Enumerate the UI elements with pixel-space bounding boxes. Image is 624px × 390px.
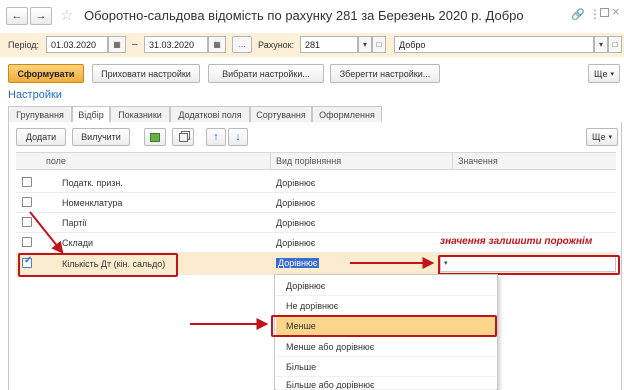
column-divider-1 [270, 152, 271, 170]
row-comparison[interactable]: Дорівнює [276, 238, 315, 248]
hide-settings-button[interactable]: Приховати настройки [92, 64, 200, 83]
row-checkbox[interactable] [22, 197, 32, 207]
chevron-down-icon: ▾ [598, 40, 603, 49]
row-checkbox[interactable] [22, 237, 32, 247]
settings-title: Настройки [8, 89, 62, 101]
chevron-down-icon: ▾ [362, 40, 367, 49]
row-comparison[interactable]: Дорівнює [276, 218, 315, 228]
open-icon: □ [612, 40, 618, 49]
row-field: Податк. призн. [62, 178, 123, 188]
annotation-box-value [438, 255, 620, 275]
calendar-from-button[interactable]: ▦ [108, 36, 126, 53]
tab-grouping[interactable]: Групування [8, 106, 72, 122]
back-button[interactable]: ← [6, 7, 28, 25]
chevron-down-icon: ▾ [610, 70, 614, 78]
period-dots-button[interactable]: ... [232, 36, 252, 53]
close-icon[interactable]: × [612, 4, 620, 19]
copy-button[interactable] [172, 128, 194, 146]
calendar-to-button[interactable]: ▦ [208, 36, 226, 53]
annotation-box-option [271, 315, 497, 337]
move-down-button[interactable]: ↓ [228, 128, 248, 146]
date-from-input[interactable]: 01.03.2020 [46, 36, 108, 53]
tab-filter[interactable]: Відбір [72, 106, 110, 123]
move-up-button[interactable]: ↑ [206, 128, 226, 146]
annotation-text: значення залишити порожнім [440, 236, 593, 247]
title-bar: ← → ☆ Оборотно-сальдова відомість по рах… [0, 0, 624, 32]
row-field: Партії [62, 218, 87, 228]
dropdown-option[interactable]: Дорівнює [276, 276, 496, 296]
tab-formatting[interactable]: Оформлення [312, 106, 382, 122]
arrow-left-icon: ← [11, 10, 23, 22]
row-field: Склади [62, 238, 94, 248]
table-row[interactable] [16, 213, 616, 233]
dropdown-option[interactable]: Не дорівнює [276, 296, 496, 316]
group-icon [150, 132, 160, 142]
column-header-value[interactable]: Значення [458, 156, 498, 166]
arrow-up-icon: ↑ [213, 131, 219, 143]
favorite-star-icon[interactable]: ☆ [60, 6, 73, 24]
account-dropdown-button[interactable]: ▾ [358, 36, 372, 53]
row-comparison[interactable]: Дорівнює [276, 198, 315, 208]
link-icon[interactable]: 🔗 [571, 8, 585, 21]
date-dash: – [132, 39, 138, 50]
annotation-box-selected-row [18, 253, 178, 277]
page-title: Оборотно-сальдова відомість по рахунку 2… [84, 8, 524, 23]
account-input[interactable]: 281 [300, 36, 358, 53]
arrow-down-icon: ↓ [235, 131, 241, 143]
calendar-icon: ▦ [213, 40, 221, 49]
row-checkbox[interactable] [22, 177, 32, 187]
date-to-input[interactable]: 31.03.2020 [144, 36, 208, 53]
row-comparison[interactable]: Дорівнює [276, 178, 315, 188]
tab-indicators[interactable]: Показники [110, 106, 170, 122]
arrow-right-icon: → [35, 10, 47, 22]
account-label: Рахунок: [258, 40, 295, 50]
tab-sorting[interactable]: Сортування [250, 106, 312, 122]
period-label: Період: [8, 40, 40, 50]
dropdown-option[interactable]: Більше або дорівнює [276, 377, 496, 390]
chevron-down-icon: ▾ [608, 134, 612, 141]
restore-icon[interactable] [600, 8, 609, 17]
dropdown-option[interactable]: Менше або дорівнює [276, 337, 496, 357]
choose-settings-button[interactable]: Вибрати настройки... [208, 64, 324, 83]
save-settings-button[interactable]: Зберегти настройки... [330, 64, 440, 83]
dropdown-option[interactable]: Більше [276, 357, 496, 377]
row-checkbox[interactable] [22, 217, 32, 227]
remove-filter-button[interactable]: Вилучити [72, 128, 130, 146]
calendar-icon: ▦ [113, 40, 121, 49]
more-button[interactable]: Ще ▾ [588, 64, 620, 83]
forward-button[interactable]: → [30, 7, 52, 25]
organization-input[interactable]: Добро [394, 36, 594, 53]
column-header-field[interactable]: поле [46, 156, 66, 166]
filter-more-button[interactable]: Ще ▾ [586, 128, 618, 146]
org-open-button[interactable]: □ [608, 36, 622, 53]
add-group-button[interactable] [144, 128, 166, 146]
org-dropdown-button[interactable]: ▾ [594, 36, 608, 53]
row-comparison-editing[interactable]: Дорівнює [276, 258, 320, 268]
more-label: Ще [594, 68, 608, 79]
column-divider-2 [452, 152, 453, 170]
row-field: Номенклатура [62, 198, 123, 208]
filter-more-label: Ще [592, 132, 606, 142]
add-filter-button[interactable]: Додати [16, 128, 66, 146]
column-header-comparison[interactable]: Вид порівняння [276, 156, 341, 166]
account-open-button[interactable]: □ [372, 36, 386, 53]
tab-additional-fields[interactable]: Додаткові поля [170, 106, 250, 122]
open-icon: □ [376, 40, 382, 49]
copy-icon [178, 132, 188, 142]
generate-button[interactable]: Сформувати [8, 64, 84, 83]
